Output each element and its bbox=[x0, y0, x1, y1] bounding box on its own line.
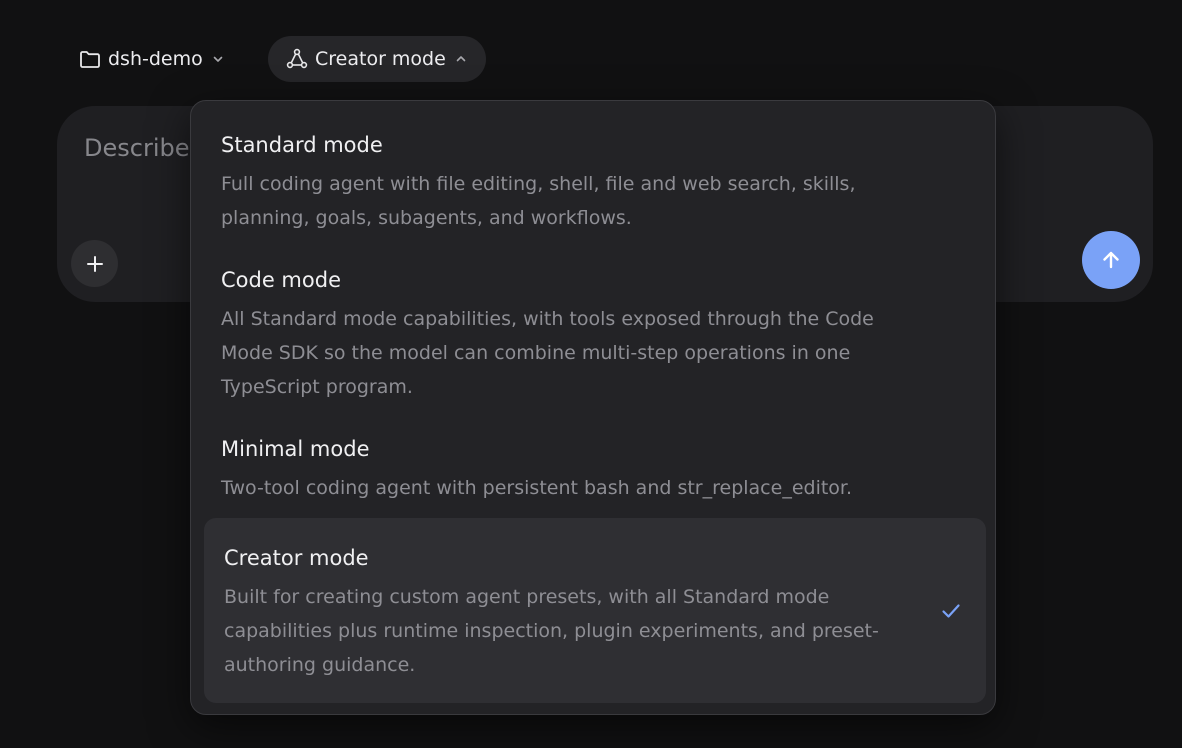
plus-icon bbox=[85, 254, 105, 274]
mode-option-title: Minimal mode bbox=[221, 437, 370, 461]
mode-option-minimal[interactable]: Minimal mode Two-tool coding agent with … bbox=[204, 435, 986, 505]
mode-option-title: Creator mode bbox=[224, 546, 369, 570]
chevron-up-icon bbox=[454, 52, 468, 66]
project-selector[interactable]: dsh-demo bbox=[74, 36, 229, 82]
mode-selector-button[interactable]: Creator mode bbox=[268, 36, 486, 82]
checkmark-icon bbox=[940, 600, 962, 622]
mode-option-description: All Standard mode capabilities, with too… bbox=[221, 308, 874, 398]
mode-option-description: Full coding agent with file editing, she… bbox=[221, 173, 856, 229]
mode-option-standard[interactable]: Standard mode Full coding agent with fil… bbox=[204, 131, 986, 235]
arrow-up-icon bbox=[1099, 248, 1123, 272]
mode-option-description: Two-tool coding agent with persistent ba… bbox=[221, 477, 853, 499]
nodes-icon bbox=[285, 47, 309, 71]
mode-selector-label: Creator mode bbox=[315, 48, 446, 70]
project-label: dsh-demo bbox=[108, 48, 203, 70]
mode-option-code[interactable]: Code mode All Standard mode capabilities… bbox=[204, 266, 986, 404]
mode-option-title: Standard mode bbox=[221, 133, 383, 157]
prompt-input-placeholder[interactable]: Describe bbox=[84, 134, 189, 162]
add-attachment-button[interactable] bbox=[71, 240, 118, 287]
mode-option-title: Code mode bbox=[221, 268, 341, 292]
mode-option-description: Built for creating custom agent presets,… bbox=[224, 586, 879, 676]
send-button[interactable] bbox=[1082, 231, 1140, 289]
mode-menu: Standard mode Full coding agent with fil… bbox=[190, 100, 996, 715]
folder-icon bbox=[78, 47, 102, 71]
chevron-down-icon bbox=[211, 52, 225, 66]
mode-option-creator[interactable]: Creator mode Built for creating custom a… bbox=[204, 518, 986, 703]
